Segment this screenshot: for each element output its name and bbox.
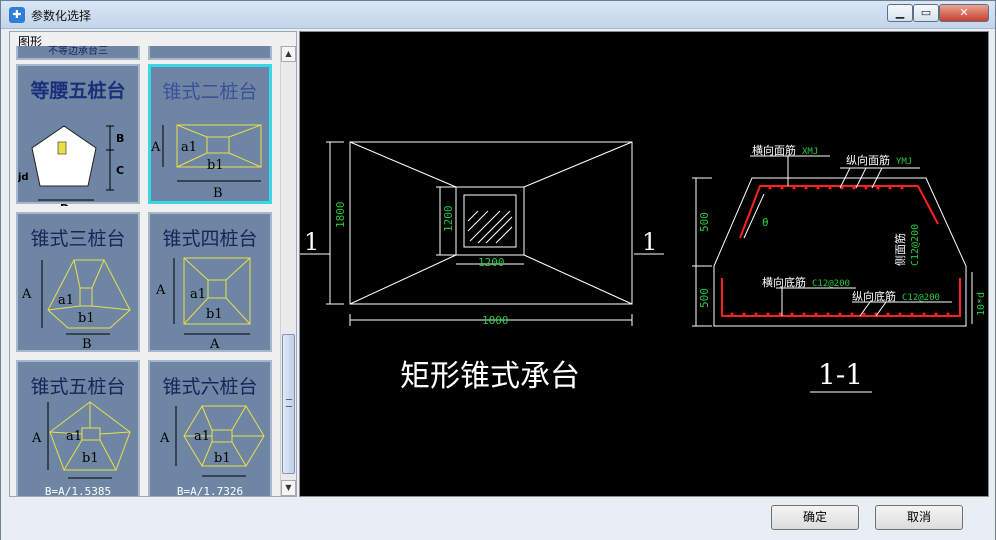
- label-a1: a1: [194, 429, 210, 444]
- formula-text: B=A/1.7326: [176, 485, 244, 496]
- top-x-rebar-code: XMJ: [802, 147, 818, 157]
- plan-height-dim: 1800: [334, 202, 347, 229]
- section-bottom-height-dim: 500: [698, 288, 711, 308]
- shape-panel: 图形 不等边承台三 等腰五桩台 B C D jd: [9, 31, 297, 497]
- label-b: B: [82, 337, 92, 352]
- shape-thumb-cone-four-pile[interactable]: 锥式四桩台 A a1 b1 A: [148, 212, 272, 352]
- scroll-down-button[interactable]: ▼: [281, 480, 296, 496]
- app-logo-icon: ✚: [9, 7, 25, 23]
- scroll-grip-icon: [286, 399, 292, 407]
- shape-thumb-cone-six-pile[interactable]: 锥式六桩台 A a1 b1 B=A/1.7326: [148, 360, 272, 496]
- bottom-x-rebar-code: C12@200: [812, 279, 850, 289]
- shape-thumb-partial[interactable]: 不等边承台三: [16, 46, 140, 60]
- label-a: A: [155, 283, 166, 298]
- label-b: B: [116, 132, 124, 145]
- minimize-button[interactable]: ▁: [887, 4, 913, 22]
- shape-thumb-cone-five-pile[interactable]: 锥式五桩台 A a1 b1 B=A/1.5385: [16, 360, 140, 496]
- section-mark-left: 1: [304, 228, 319, 256]
- label-jd: jd: [18, 172, 29, 183]
- cone-three-pile-diagram: A a1 b1 B: [21, 259, 131, 352]
- label-b1: b1: [78, 311, 95, 326]
- section-view: 横向面筋 XMJ 纵向面筋 YMJ 侧面筋 C12@200 横向底筋 C12@2…: [692, 143, 987, 393]
- side-rebar-code: C12@200: [910, 224, 921, 266]
- bottom-y-rebar-label: 纵向底筋: [852, 289, 896, 303]
- isosceles-five-pile-diagram: B C D jd: [18, 125, 124, 206]
- window-title: 参数化选择: [31, 9, 92, 23]
- title-bar: ✚ 参数化选择 ▁ ▭ ✕: [1, 1, 995, 29]
- maximize-button[interactable]: ▭: [913, 4, 939, 22]
- label-a1: a1: [181, 140, 197, 155]
- label-b1: b1: [214, 451, 231, 466]
- cone-four-pile-diagram: A a1 b1 A: [155, 257, 251, 352]
- shape-thumb-partial-2[interactable]: [148, 46, 272, 60]
- label-b1: b1: [207, 158, 224, 173]
- scroll-thumb[interactable]: [282, 334, 295, 474]
- label-b1: b1: [206, 307, 223, 322]
- plan-width-dim: 1800: [482, 314, 509, 327]
- section-angle-label: θ: [762, 216, 769, 229]
- cone-five-pile-diagram: A a1 b1: [31, 401, 131, 479]
- label-a: A: [21, 287, 32, 302]
- formula-text: B=A/1.5385: [44, 485, 112, 496]
- scroll-up-button[interactable]: ▲: [281, 46, 296, 62]
- cone-six-pile-diagram: A a1 b1: [159, 405, 265, 477]
- plan-col-height-dim: 1200: [442, 206, 455, 233]
- vertical-scrollbar[interactable]: ▲ ▼: [280, 46, 296, 496]
- plan-col-width-dim: 1200: [478, 256, 505, 269]
- ok-button[interactable]: 确定: [771, 505, 859, 530]
- dialog-footer: 确定 取消: [1, 498, 995, 540]
- section-mark-right: 1: [642, 228, 657, 256]
- cancel-button[interactable]: 取消: [875, 505, 963, 530]
- label-c: C: [116, 164, 124, 177]
- section-title: 1-1: [818, 358, 863, 391]
- label-b1: b1: [82, 451, 99, 466]
- top-y-rebar-code: YMJ: [896, 157, 912, 167]
- label-b: A: [209, 337, 220, 352]
- bottom-y-rebar-code: C12@200: [902, 293, 940, 303]
- side-rebar-label: 侧面筋: [893, 233, 907, 266]
- close-button[interactable]: ✕: [939, 4, 989, 22]
- label-a: A: [159, 431, 170, 446]
- label-a1: a1: [66, 429, 82, 444]
- shape-thumb-cone-two-pile[interactable]: 锥式二桩台 A a1 b1 B: [148, 64, 272, 204]
- label-b: B: [213, 186, 223, 201]
- shape-thumb-isosceles-five-pile[interactable]: 等腰五桩台 B C D jd: [16, 64, 140, 206]
- shape-thumbnail-list: 不等边承台三 等腰五桩台 B C D jd: [16, 46, 278, 496]
- cone-two-pile-diagram: A a1 b1 B: [151, 124, 262, 201]
- section-top-height-dim: 500: [698, 212, 711, 232]
- label-a1: a1: [58, 293, 74, 308]
- bottom-x-rebar-label: 横向底筋: [762, 275, 806, 289]
- param-select-window: ✚ 参数化选择 ▁ ▭ ✕ 图形 不等边承台三 等腰五桩台 B C jd 锥式二…: [0, 0, 996, 540]
- label-a: A: [151, 140, 161, 155]
- top-x-rebar-label: 横向面筋: [752, 143, 796, 157]
- label-a: A: [31, 431, 42, 446]
- label-a1: a1: [190, 287, 206, 302]
- top-y-rebar-label: 纵向面筋: [846, 153, 890, 167]
- plan-view: 1800 1200 1200 1800 1 1 矩形锥式承台: [300, 141, 664, 394]
- section-cover-dim: 10*d: [976, 292, 987, 316]
- cad-drawing: 1800 1200 1200 1800 1 1 矩形锥式承台 横向面筋 XMJ …: [300, 141, 987, 394]
- drawing-preview: 1800 1200 1200 1800 1 1 矩形锥式承台 横向面筋 XMJ …: [299, 31, 989, 497]
- plan-title: 矩形锥式承台: [400, 359, 580, 394]
- shape-thumb-partial-caption: 不等边承台三: [48, 46, 108, 57]
- shape-thumb-cone-three-pile[interactable]: 锥式三桩台 A a1 b1 B: [16, 212, 140, 352]
- label-d: D: [60, 202, 69, 206]
